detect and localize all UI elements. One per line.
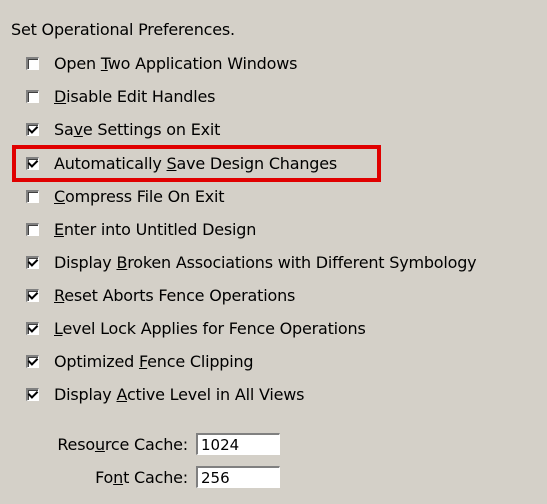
option-label: Save Settings on Exit bbox=[54, 119, 221, 139]
font-cache-input[interactable] bbox=[196, 466, 280, 488]
option-label: Display Broken Associations with Differe… bbox=[54, 252, 477, 272]
option-label: Open Two Application Windows bbox=[54, 53, 298, 73]
option-optimized-fence-clipping[interactable]: Optimized Fence Clipping bbox=[26, 349, 254, 373]
checkbox[interactable] bbox=[26, 122, 39, 136]
option-label: Disable Edit Handles bbox=[54, 86, 216, 106]
option-disable-edit-handles[interactable]: Disable Edit Handles bbox=[26, 84, 215, 108]
font-cache-label: Font Cache: bbox=[95, 467, 188, 487]
option-enter-into-untitled-design[interactable]: Enter into Untitled Design bbox=[26, 217, 256, 241]
checkbox[interactable] bbox=[26, 288, 39, 302]
checkbox[interactable] bbox=[26, 321, 39, 335]
resource-cache-label: Resource Cache: bbox=[57, 434, 188, 454]
option-label: Automatically Save Design Changes bbox=[54, 153, 338, 173]
option-display-active-level-in-all-views[interactable]: Display Active Level in All Views bbox=[26, 382, 304, 406]
option-label: Compress File On Exit bbox=[54, 186, 225, 206]
checkbox[interactable] bbox=[26, 222, 39, 236]
option-display-broken-associations[interactable]: Display Broken Associations with Differe… bbox=[26, 250, 477, 274]
font-cache-row: Font Cache: bbox=[0, 466, 280, 488]
option-compress-file-on-exit[interactable]: Compress File On Exit bbox=[26, 184, 225, 208]
option-label: Enter into Untitled Design bbox=[54, 219, 257, 239]
option-label: Reset Aborts Fence Operations bbox=[54, 285, 296, 305]
option-save-settings-on-exit[interactable]: Save Settings on Exit bbox=[26, 117, 220, 141]
checkbox[interactable] bbox=[26, 255, 39, 269]
option-label: Optimized Fence Clipping bbox=[54, 351, 254, 371]
section-header: Set Operational Preferences. bbox=[11, 20, 235, 39]
checkbox[interactable] bbox=[26, 354, 39, 368]
checkbox[interactable] bbox=[26, 189, 39, 203]
checkbox[interactable] bbox=[26, 89, 39, 103]
operational-preferences-panel: Set Operational Preferences. Open Two Ap… bbox=[0, 0, 547, 504]
checkbox[interactable] bbox=[26, 56, 39, 70]
option-label: Display Active Level in All Views bbox=[54, 384, 305, 404]
checkbox[interactable] bbox=[26, 156, 39, 170]
option-level-lock-applies-for-fence-operations[interactable]: Level Lock Applies for Fence Operations bbox=[26, 316, 366, 340]
option-automatically-save-design-changes[interactable]: Automatically Save Design Changes bbox=[26, 151, 337, 175]
option-reset-aborts-fence-operations[interactable]: Reset Aborts Fence Operations bbox=[26, 283, 295, 307]
option-label: Level Lock Applies for Fence Operations bbox=[54, 318, 366, 338]
checkbox[interactable] bbox=[26, 387, 39, 401]
resource-cache-input[interactable] bbox=[196, 433, 280, 455]
option-open-two-application-windows[interactable]: Open Two Application Windows bbox=[26, 51, 297, 75]
resource-cache-row: Resource Cache: bbox=[0, 433, 280, 455]
